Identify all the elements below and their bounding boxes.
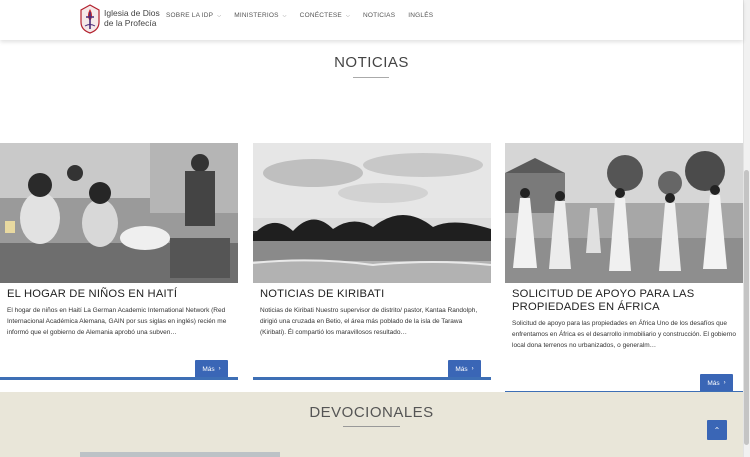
card-image[interactable] bbox=[0, 143, 238, 283]
news-card-africa: SOLICITUD DE APOYO PARA LAS PROPIEDADES … bbox=[505, 143, 743, 394]
nav-label: NOTICIAS bbox=[362, 12, 396, 19]
nav-item-noticias[interactable]: NOTICIAS bbox=[363, 12, 395, 19]
nav-label: CONÉCTESE bbox=[299, 12, 342, 19]
more-button[interactable]: Más › bbox=[195, 360, 228, 378]
card-title[interactable]: NOTICIAS DE KIRIBATI bbox=[253, 288, 491, 301]
chevron-up-icon: ⌃ bbox=[713, 425, 721, 435]
island-beach-photo bbox=[253, 143, 491, 283]
nav-item-ingles[interactable]: INGLÉS bbox=[408, 12, 433, 19]
card-image[interactable] bbox=[505, 143, 743, 283]
news-section-title: NOTICIAS bbox=[334, 54, 409, 71]
card-excerpt: Solicitud de apoyo para las propiedades … bbox=[512, 320, 736, 349]
devotionals-section: DEVOCIONALES bbox=[0, 392, 743, 457]
site-header: Iglesia de Dios de la Profecía SOBRE LA … bbox=[0, 0, 743, 40]
main-nav: SOBRE LA IDP ⌵ MINISTERIOS ⌵ CONÉCTESE ⌵… bbox=[166, 12, 446, 19]
card-excerpt: Noticias de Kiribati Nuestro supervisor … bbox=[260, 307, 478, 336]
chevron-right-icon: › bbox=[471, 366, 474, 372]
card-title[interactable]: SOLICITUD DE APOYO PARA LAS PROPIEDADES … bbox=[505, 288, 743, 314]
more-button-label: Más bbox=[202, 365, 215, 373]
page-scrollbar[interactable] bbox=[743, 0, 750, 457]
more-button-label: Más bbox=[707, 379, 720, 387]
nav-item-sobre[interactable]: SOBRE LA IDP ⌵ bbox=[166, 12, 221, 19]
church-logo[interactable] bbox=[79, 4, 101, 34]
scrollbar-thumb[interactable] bbox=[744, 170, 749, 445]
card-excerpt: El hogar de niños en Haití La German Aca… bbox=[7, 307, 227, 336]
brand-name[interactable]: Iglesia de Dios de la Profecía bbox=[104, 8, 160, 28]
brand-line-2: de la Profecía bbox=[104, 18, 157, 28]
chevron-right-icon: › bbox=[723, 380, 726, 386]
more-button[interactable]: Más › bbox=[700, 374, 733, 392]
chevron-down-icon: ⌵ bbox=[217, 12, 222, 19]
children-classroom-photo bbox=[0, 143, 238, 283]
nav-label: SOBRE LA IDP bbox=[166, 12, 214, 19]
title-divider bbox=[353, 77, 389, 78]
news-card-haiti: EL HOGAR DE NIÑOS EN HAITÍ El hogar de n… bbox=[0, 143, 238, 380]
nav-label: INGLÉS bbox=[408, 12, 434, 19]
chevron-down-icon: ⌵ bbox=[282, 12, 287, 19]
title-divider bbox=[343, 426, 400, 427]
card-image[interactable] bbox=[253, 143, 491, 283]
news-card-kiribati: NOTICIAS DE KIRIBATI Noticias de Kiribat… bbox=[253, 143, 491, 380]
brand-line-1: Iglesia de Dios bbox=[104, 8, 160, 18]
devotional-image-top bbox=[80, 452, 280, 457]
card-bottom-border bbox=[253, 377, 491, 380]
scroll-to-top-button[interactable]: ⌃ bbox=[707, 420, 727, 440]
chevron-right-icon: › bbox=[218, 366, 221, 372]
women-dancing-photo bbox=[505, 143, 743, 283]
card-title[interactable]: EL HOGAR DE NIÑOS EN HAITÍ bbox=[0, 288, 238, 301]
chevron-down-icon: ⌵ bbox=[345, 12, 350, 19]
card-bottom-border bbox=[0, 377, 238, 380]
nav-item-conectese[interactable]: CONÉCTESE ⌵ bbox=[300, 12, 350, 19]
nav-label: MINISTERIOS bbox=[234, 12, 279, 19]
nav-item-ministerios[interactable]: MINISTERIOS ⌵ bbox=[234, 12, 286, 19]
more-button-label: Más bbox=[455, 365, 468, 373]
devotionals-section-title: DEVOCIONALES bbox=[309, 404, 434, 421]
more-button[interactable]: Más › bbox=[448, 360, 481, 378]
